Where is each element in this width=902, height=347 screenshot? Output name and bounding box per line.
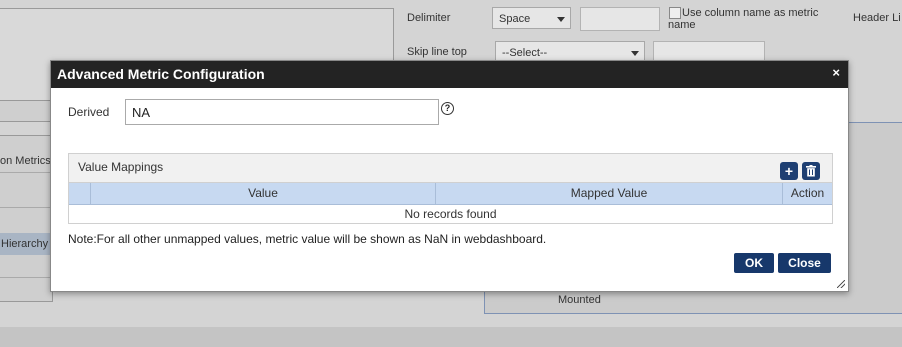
select-all-column[interactable] xyxy=(69,183,91,204)
chevron-down-icon xyxy=(631,51,639,56)
dialog-title: Advanced Metric Configuration xyxy=(57,66,265,82)
dialog-header: Advanced Metric Configuration × xyxy=(51,61,848,88)
ok-button[interactable]: OK xyxy=(734,253,774,273)
skip-line-top-value: --Select-- xyxy=(502,47,548,59)
mapped-value-column-header[interactable]: Mapped Value xyxy=(436,183,783,204)
background-divider xyxy=(0,277,50,278)
add-mapping-button[interactable]: + xyxy=(780,162,798,180)
value-mappings-header: Value Mappings + xyxy=(69,154,832,183)
header-label: Header Li xyxy=(853,12,901,24)
value-mappings-title: Value Mappings xyxy=(78,160,164,174)
advanced-metric-dialog: Advanced Metric Configuration × Derived … xyxy=(50,60,849,292)
trash-icon xyxy=(806,165,816,177)
background-strip xyxy=(0,100,50,122)
background-divider xyxy=(0,207,50,208)
derived-label: Derived xyxy=(68,105,110,119)
close-button[interactable]: Close xyxy=(778,253,831,273)
empty-records-message: No records found xyxy=(404,207,497,221)
left-hierarchy-label: Hierarchy xyxy=(1,238,49,250)
resize-handle[interactable] xyxy=(837,280,845,288)
delimiter-value: Space xyxy=(499,13,531,25)
value-mappings-column-header: Value Mapped Value Action xyxy=(69,183,832,205)
value-column-header[interactable]: Value xyxy=(91,183,436,204)
action-column-header: Action xyxy=(790,186,825,200)
delimiter-input[interactable] xyxy=(580,7,660,31)
chevron-down-icon xyxy=(557,17,565,22)
note-text: Note:For all other unmapped values, metr… xyxy=(68,232,547,246)
background-bottom-bar xyxy=(0,327,902,347)
close-icon[interactable]: × xyxy=(832,65,840,80)
help-icon[interactable]: ? xyxy=(441,102,454,115)
delete-mapping-button[interactable] xyxy=(802,162,820,180)
background-divider xyxy=(0,172,50,173)
derived-input[interactable] xyxy=(125,99,439,125)
left-metrics-label: on Metrics xyxy=(0,155,51,167)
delimiter-select[interactable]: Space xyxy=(492,7,571,29)
plus-icon: + xyxy=(784,163,794,179)
value-mappings-panel: Value Mappings + Value Mapped Value Acti… xyxy=(68,153,833,224)
delimiter-label: Delimiter xyxy=(407,12,451,24)
mounted-label: Mounted xyxy=(558,294,601,306)
skip-line-top-label: Skip line top xyxy=(407,46,467,58)
use-column-name-label: Use column name as metric name xyxy=(668,7,819,31)
background-grid-line xyxy=(50,291,485,302)
skip-line-input[interactable] xyxy=(653,41,765,61)
